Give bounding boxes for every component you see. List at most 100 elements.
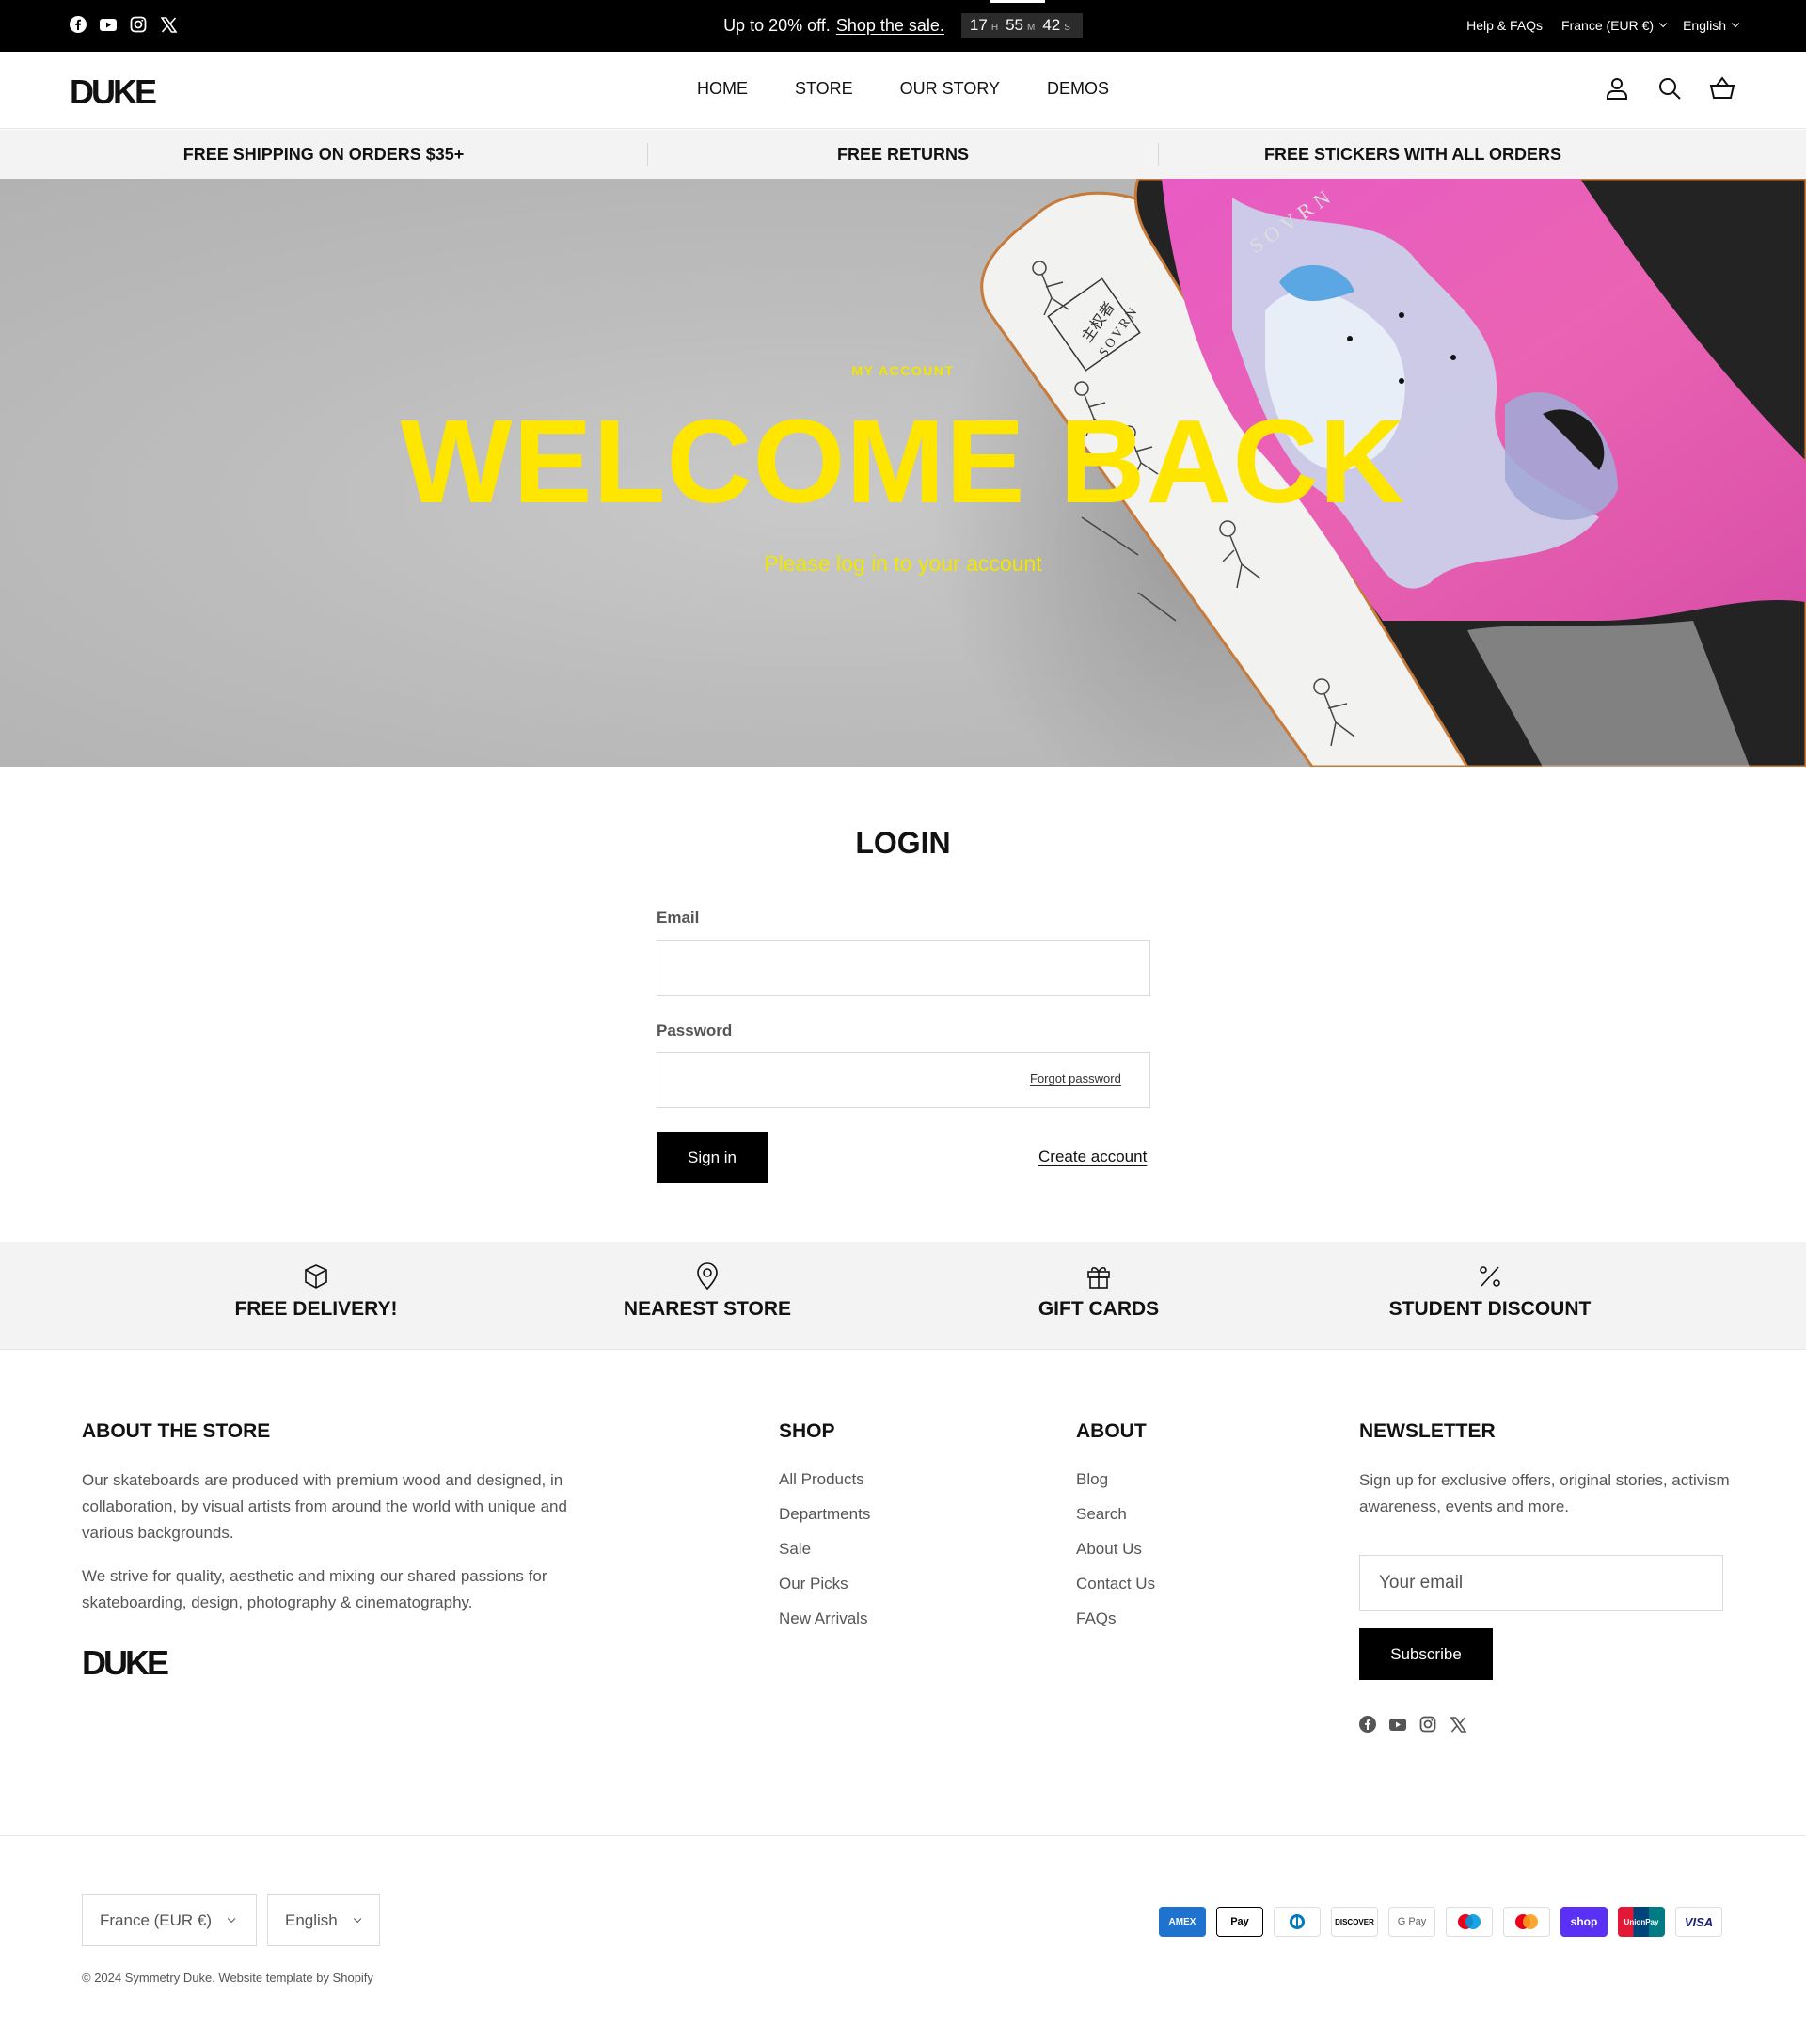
payment-methods: AMEX Pay DISCOVER G Pay shop UnionPay VI… xyxy=(1159,1907,1722,1937)
footer-link-search[interactable]: Search xyxy=(1076,1503,1155,1526)
login-title: LOGIN xyxy=(855,826,951,860)
footer-about-heading: ABOUT THE STORE xyxy=(82,1420,271,1442)
feature-nearest-store-label: NEAREST STORE xyxy=(623,1298,792,1320)
country-selector-top[interactable]: France (EUR €) xyxy=(1561,18,1668,33)
social-links-footer xyxy=(1359,1716,1466,1733)
footer-divider xyxy=(0,1835,1806,1836)
hero-banner: 主权者 SOVRN SOVRN MY ACCOUNT WELCOME BACK … xyxy=(0,179,1806,767)
map-pin-icon xyxy=(693,1262,721,1291)
chevron-down-icon xyxy=(1658,19,1668,28)
footer-link-about-us[interactable]: About Us xyxy=(1076,1538,1155,1561)
site-header: DUKE HOME STORE OUR STORY DEMOS xyxy=(0,52,1806,129)
usp-stickers: FREE STICKERS WITH ALL ORDERS xyxy=(1263,144,1561,164)
hero-subtitle: Please log in to your account xyxy=(764,551,1042,576)
amex-icon: AMEX xyxy=(1159,1907,1206,1937)
language-selector-top-label: English xyxy=(1683,18,1726,33)
footer-logo[interactable]: DUKE xyxy=(82,1643,169,1683)
usp-strip: FREE SHIPPING ON ORDERS $35+ FREE RETURN… xyxy=(0,130,1806,179)
nav-demos[interactable]: DEMOS xyxy=(1047,79,1109,99)
feature-student-discount-label: STUDENT DISCOUNT xyxy=(1388,1298,1592,1320)
utility-links: Help & FAQs France (EUR €) English xyxy=(1466,18,1740,33)
country-selector-top-label: France (EUR €) xyxy=(1561,18,1655,33)
chevron-down-icon xyxy=(227,1914,236,1923)
sign-in-button[interactable]: Sign in xyxy=(657,1132,768,1183)
feature-nearest-store[interactable]: NEAREST STORE xyxy=(566,1262,848,1321)
password-label: Password xyxy=(657,1022,733,1039)
shop-pay-icon: shop xyxy=(1560,1907,1608,1937)
mastercard-icon xyxy=(1503,1907,1550,1937)
percent-icon xyxy=(1476,1262,1504,1291)
promo-text: Up to 20% off. xyxy=(723,15,831,35)
cart-icon[interactable] xyxy=(1708,74,1736,103)
instagram-icon[interactable] xyxy=(1419,1716,1436,1733)
subscribe-button[interactable]: Subscribe xyxy=(1359,1628,1493,1680)
announcement-indicator xyxy=(990,0,1045,3)
timer-seconds: 42 xyxy=(1042,16,1061,34)
gift-icon xyxy=(1085,1262,1113,1291)
footer-shop-heading: SHOP xyxy=(779,1420,835,1442)
footer-link-faqs[interactable]: FAQs xyxy=(1076,1608,1155,1630)
timer-minutes-unit: M xyxy=(1026,23,1036,33)
timer-hours-unit: H xyxy=(990,23,999,33)
newsletter-email-input[interactable] xyxy=(1359,1555,1723,1611)
chevron-down-icon xyxy=(353,1914,362,1923)
youtube-icon[interactable] xyxy=(1389,1716,1406,1733)
announcement-bar: Up to 20% off. Shop the sale. 17 H 55 M 42… xyxy=(0,0,1806,52)
footer-link-our-picks[interactable]: Our Picks xyxy=(779,1573,870,1595)
feature-gift-cards[interactable]: GIFT CARDS xyxy=(958,1262,1240,1321)
help-faqs-link[interactable]: Help & FAQs xyxy=(1466,18,1543,33)
main-nav: HOME STORE OUR STORY DEMOS xyxy=(0,79,1806,99)
footer-link-new-arrivals[interactable]: New Arrivals xyxy=(779,1608,870,1630)
nav-home[interactable]: HOME xyxy=(697,79,748,99)
footer-link-sale[interactable]: Sale xyxy=(779,1538,870,1561)
email-field[interactable] xyxy=(657,940,1150,996)
country-selector[interactable]: France (EUR €) xyxy=(82,1894,257,1946)
countdown-timer: 17 H 55 M 42 S xyxy=(960,13,1083,38)
footer-about-para2: We strive for quality, aesthetic and mix… xyxy=(82,1567,547,1611)
email-label: Email xyxy=(657,909,700,927)
unionpay-icon: UnionPay xyxy=(1618,1907,1665,1937)
hero-title: WELCOME BACK xyxy=(400,395,1406,528)
feature-student-discount[interactable]: STUDENT DISCOUNT xyxy=(1349,1262,1631,1321)
search-icon[interactable] xyxy=(1656,74,1684,103)
usp-shipping: FREE SHIPPING ON ORDERS $35+ xyxy=(182,144,465,164)
diners-club-icon xyxy=(1274,1907,1321,1937)
apple-pay-icon: Pay xyxy=(1216,1907,1263,1937)
feature-free-delivery[interactable]: FREE DELIVERY! xyxy=(175,1262,457,1321)
google-pay-icon: G Pay xyxy=(1388,1907,1435,1937)
promo-sale-link[interactable]: Shop the sale. xyxy=(836,16,944,36)
header-actions xyxy=(1603,74,1736,103)
copyright: © 2024 Symmetry Duke. Website template b… xyxy=(82,1971,373,1985)
footer-about-links-heading: ABOUT xyxy=(1076,1420,1147,1442)
forgot-password-link[interactable]: Forgot password xyxy=(1030,1071,1121,1085)
facebook-icon[interactable] xyxy=(1359,1716,1376,1733)
maestro-icon xyxy=(1446,1907,1493,1937)
box-icon xyxy=(302,1262,330,1291)
footer-newsletter-heading: NEWSLETTER xyxy=(1359,1420,1496,1442)
account-icon[interactable] xyxy=(1603,74,1631,103)
language-selector-label: English xyxy=(285,1910,338,1929)
language-selector[interactable]: English xyxy=(267,1894,380,1946)
visa-icon: VISA xyxy=(1675,1907,1722,1937)
feature-free-delivery-label: FREE DELIVERY! xyxy=(234,1298,398,1320)
usp-returns: FREE RETURNS xyxy=(836,144,969,164)
footer-link-contact-us[interactable]: Contact Us xyxy=(1076,1573,1155,1595)
feature-gift-cards-label: GIFT CARDS xyxy=(1038,1298,1160,1320)
nav-our-story[interactable]: OUR STORY xyxy=(900,79,1000,99)
nav-store[interactable]: STORE xyxy=(795,79,853,99)
country-selector-label: France (EUR €) xyxy=(100,1910,213,1929)
features-strip: FREE DELIVERY! NEAREST STORE GIFT CARDS … xyxy=(0,1242,1806,1350)
footer-shop-links: All Products Departments Sale Our Picks … xyxy=(779,1468,870,1630)
footer-about-links: Blog Search About Us Contact Us FAQs xyxy=(1076,1468,1155,1630)
timer-minutes: 55 xyxy=(1006,16,1023,34)
footer-link-all-products[interactable]: All Products xyxy=(779,1468,870,1491)
footer-link-departments[interactable]: Departments xyxy=(779,1503,870,1526)
x-twitter-icon[interactable] xyxy=(1450,1716,1466,1733)
language-selector-top[interactable]: English xyxy=(1683,18,1740,33)
footer-link-blog[interactable]: Blog xyxy=(1076,1468,1155,1491)
create-account-link[interactable]: Create account xyxy=(1038,1148,1147,1166)
timer-hours: 17 xyxy=(969,16,988,34)
hero-kicker: MY ACCOUNT xyxy=(851,363,955,378)
footer-about-para1: Our skateboards are produced with premiu… xyxy=(82,1471,567,1542)
footer-newsletter-text: Sign up for exclusive offers, original s… xyxy=(1359,1471,1730,1515)
